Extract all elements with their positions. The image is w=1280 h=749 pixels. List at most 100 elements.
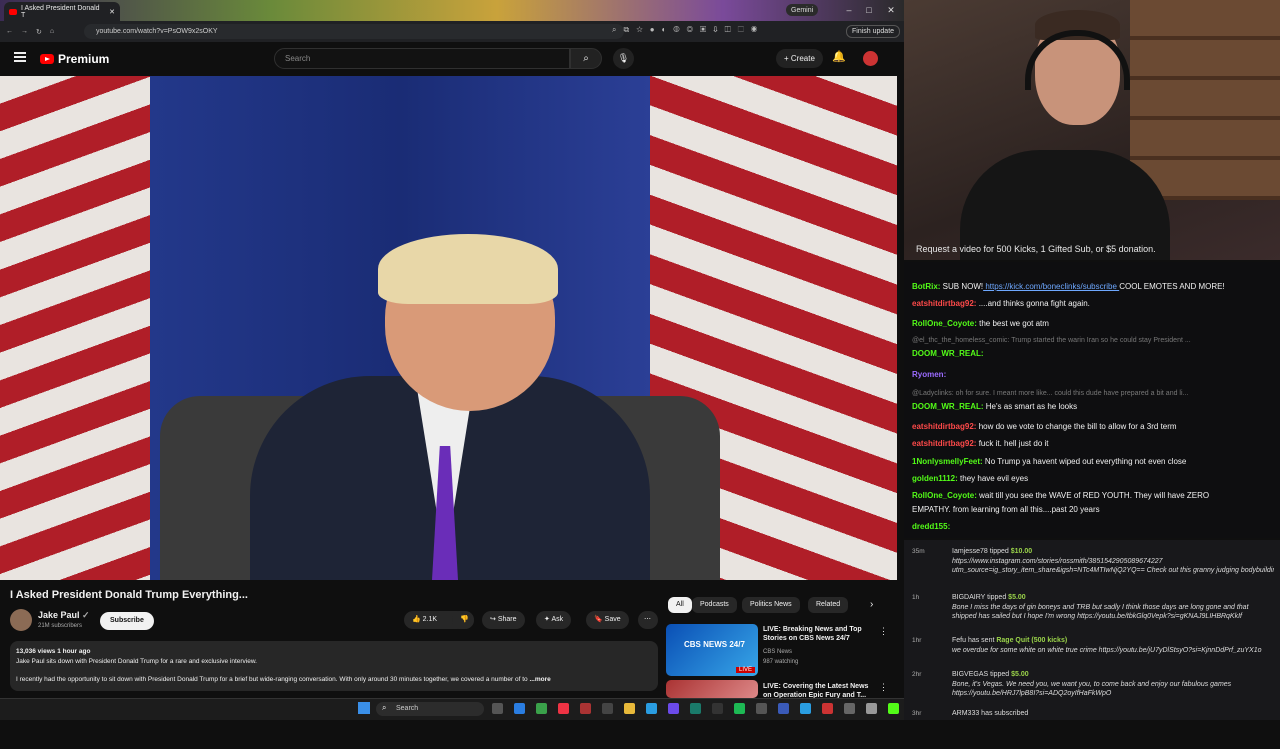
taskbar-app-icon[interactable] (536, 703, 547, 714)
tip-amount: $10.00 (1010, 548, 1033, 555)
taskbar-app-icon[interactable] (668, 703, 679, 714)
taskbar-app-icon[interactable] (712, 703, 723, 714)
taskbar-app-icon[interactable] (514, 703, 525, 714)
chat-text: fuck it. hell just do it (978, 439, 1049, 448)
url-field[interactable]: youtube.com/watch?v=PsOW9x2sOKY (84, 24, 624, 39)
related-menu-icon[interactable]: ⋮ (879, 626, 888, 637)
taskbar-app-icon[interactable] (778, 703, 789, 714)
forward-icon[interactable]: → (21, 28, 28, 35)
taskbar-app-icon[interactable] (734, 703, 745, 714)
taskbar-app-icon[interactable] (492, 703, 503, 714)
chat-link[interactable]: https://kick.com/boneclinks/subscribe (983, 282, 1119, 291)
chat-message: DOOM_WR_REAL: (912, 348, 1274, 359)
more-link[interactable]: ...more (529, 676, 550, 683)
chat-username[interactable]: DOOM_WR_REAL: (912, 402, 986, 411)
chat-username[interactable]: BotRix: (912, 282, 943, 291)
tip-time: 2hr (912, 671, 922, 678)
tip-header: ARM333 has subscribed (952, 710, 1029, 717)
thumbnail-label: CBS NEWS 24/7 (684, 640, 745, 649)
chat-username[interactable]: eatshitdirtbag92: (912, 299, 979, 308)
more-actions-icon[interactable]: ⋯ (638, 611, 658, 629)
chat-username[interactable]: 1NonlysmellyFeet: (912, 457, 985, 466)
notifications-bell-icon[interactable]: 🔔 (832, 50, 846, 63)
back-icon[interactable]: ← (6, 28, 13, 35)
tab-close-icon[interactable]: ✕ (109, 8, 115, 16)
chevron-right-icon[interactable]: › (870, 599, 873, 610)
chat-username[interactable]: eatshitdirtbag92: (912, 439, 979, 448)
description-line-2: I recently had the opportunity to sit do… (16, 676, 528, 683)
create-button[interactable]: + Create (776, 49, 823, 68)
video-player[interactable] (0, 76, 897, 580)
description-box[interactable]: 13,036 views 1 hour ago Jake Paul sits d… (10, 641, 658, 691)
ask-button[interactable]: ✦ Ask (536, 611, 572, 629)
tip-amount: $5.00 (1011, 671, 1029, 678)
related-thumbnail[interactable]: CBS NEWS 24/7 LIVE (666, 624, 758, 676)
close-window-icon[interactable]: ✕ (884, 3, 898, 17)
channel-name[interactable]: Jake Paul ✓ (38, 610, 90, 621)
search-input[interactable]: Search (274, 48, 570, 69)
dislike-button[interactable]: 👎 (452, 611, 474, 629)
browser-tab[interactable]: I Asked President Donald T ✕ (4, 2, 120, 21)
tip-header: BIGDAIRY tipped $5.00 (952, 594, 1026, 601)
tip-header: BIGVEGAS tipped $5.00 (952, 671, 1029, 678)
save-button[interactable]: 🔖 Save (586, 611, 629, 629)
related-title-2[interactable]: LIVE: Covering the Latest News on Operat… (763, 682, 873, 698)
taskbar-app-icon[interactable] (844, 703, 855, 714)
taskbar-search[interactable]: Search (376, 702, 484, 716)
chat-username[interactable]: eatshitdirtbag92: (912, 422, 979, 431)
taskbar-app-icon[interactable] (690, 703, 701, 714)
tip-time: 3hr (912, 710, 922, 717)
taskbar-app-icon[interactable] (888, 703, 899, 714)
taskbar-app-icon[interactable] (800, 703, 811, 714)
taskbar-app-icon[interactable] (756, 703, 767, 714)
maximize-icon[interactable]: □ (862, 3, 876, 17)
tip-entry: 1h BIGDAIRY tipped $5.00 Bone I miss the d… (912, 593, 1274, 633)
taskbar-app-icon[interactable] (646, 703, 657, 714)
gemini-button[interactable]: Gemini (786, 4, 819, 16)
chat-username[interactable]: DOOM_WR_REAL: (912, 349, 984, 358)
chat-username[interactable]: dredd155: (912, 522, 950, 531)
chat-username[interactable]: golden1112: (912, 474, 960, 483)
taskbar-app-icon[interactable] (558, 703, 569, 714)
youtube-logo[interactable]: Premium (40, 52, 109, 66)
chat-text: wait till you see the WAVE of RED YOUTH.… (979, 491, 1210, 500)
microphone-icon[interactable]: 🎙 (613, 48, 634, 69)
chip-related[interactable]: Related (808, 597, 849, 613)
taskbar-app-icon[interactable] (822, 703, 833, 714)
chat-message: @el_thc_the_homeless_comic: Trump starte… (912, 335, 1274, 346)
minimize-icon[interactable]: – (842, 3, 856, 17)
channel-avatar[interactable] (10, 609, 32, 631)
flag-left (0, 76, 150, 580)
taskbar-app-icon[interactable] (580, 703, 591, 714)
search-icon[interactable]: ⌕ (570, 48, 602, 69)
chat-text: He's as smart as he looks (985, 402, 1078, 411)
chat-username[interactable]: RollOne_Coyote: (912, 491, 979, 500)
share-button[interactable]: ↪ Share (482, 611, 525, 629)
tip-amount: Rage Quit (500 kicks) (996, 637, 1068, 644)
chat-username[interactable]: RollOne_Coyote: (912, 319, 979, 328)
subscribe-button[interactable]: Subscribe (100, 612, 154, 630)
chat-username[interactable]: Ryomen: (912, 370, 946, 379)
home-icon[interactable]: ⌂ (50, 28, 54, 35)
browser-tab-bar (0, 0, 904, 21)
chip-all[interactable]: All (668, 597, 692, 613)
chip-podcasts[interactable]: Podcasts (692, 597, 737, 613)
chat-message: RollOne_Coyote: wait till you see the WA… (912, 490, 1274, 501)
taskbar-app-icon[interactable] (866, 703, 877, 714)
finish-update-button[interactable]: Finish update (846, 25, 901, 38)
related-thumbnail-2[interactable] (666, 680, 758, 698)
extension-icons[interactable]: ⌕⧉☆●◐◍◎▣⇩◫⬚◉ (612, 25, 764, 35)
related-menu-icon-2[interactable]: ⋮ (879, 682, 888, 693)
taskbar-app-icon[interactable] (624, 703, 635, 714)
hamburger-menu-icon[interactable] (14, 52, 26, 62)
chat-message: eatshitdirtbag92: fuck it. hell just do … (912, 438, 1274, 449)
account-avatar[interactable] (863, 51, 878, 66)
bookmark-icon: 🔖 (594, 616, 603, 623)
reload-icon[interactable]: ↻ (36, 28, 42, 36)
taskbar-app-icon[interactable] (602, 703, 613, 714)
chat-message: dredd155: (912, 521, 1274, 532)
related-title[interactable]: LIVE: Breaking News and Top Stories on C… (763, 625, 873, 643)
share-icon: ↪ (490, 616, 496, 623)
chip-politics-news[interactable]: Politics News (742, 597, 800, 613)
start-icon[interactable] (358, 702, 370, 714)
